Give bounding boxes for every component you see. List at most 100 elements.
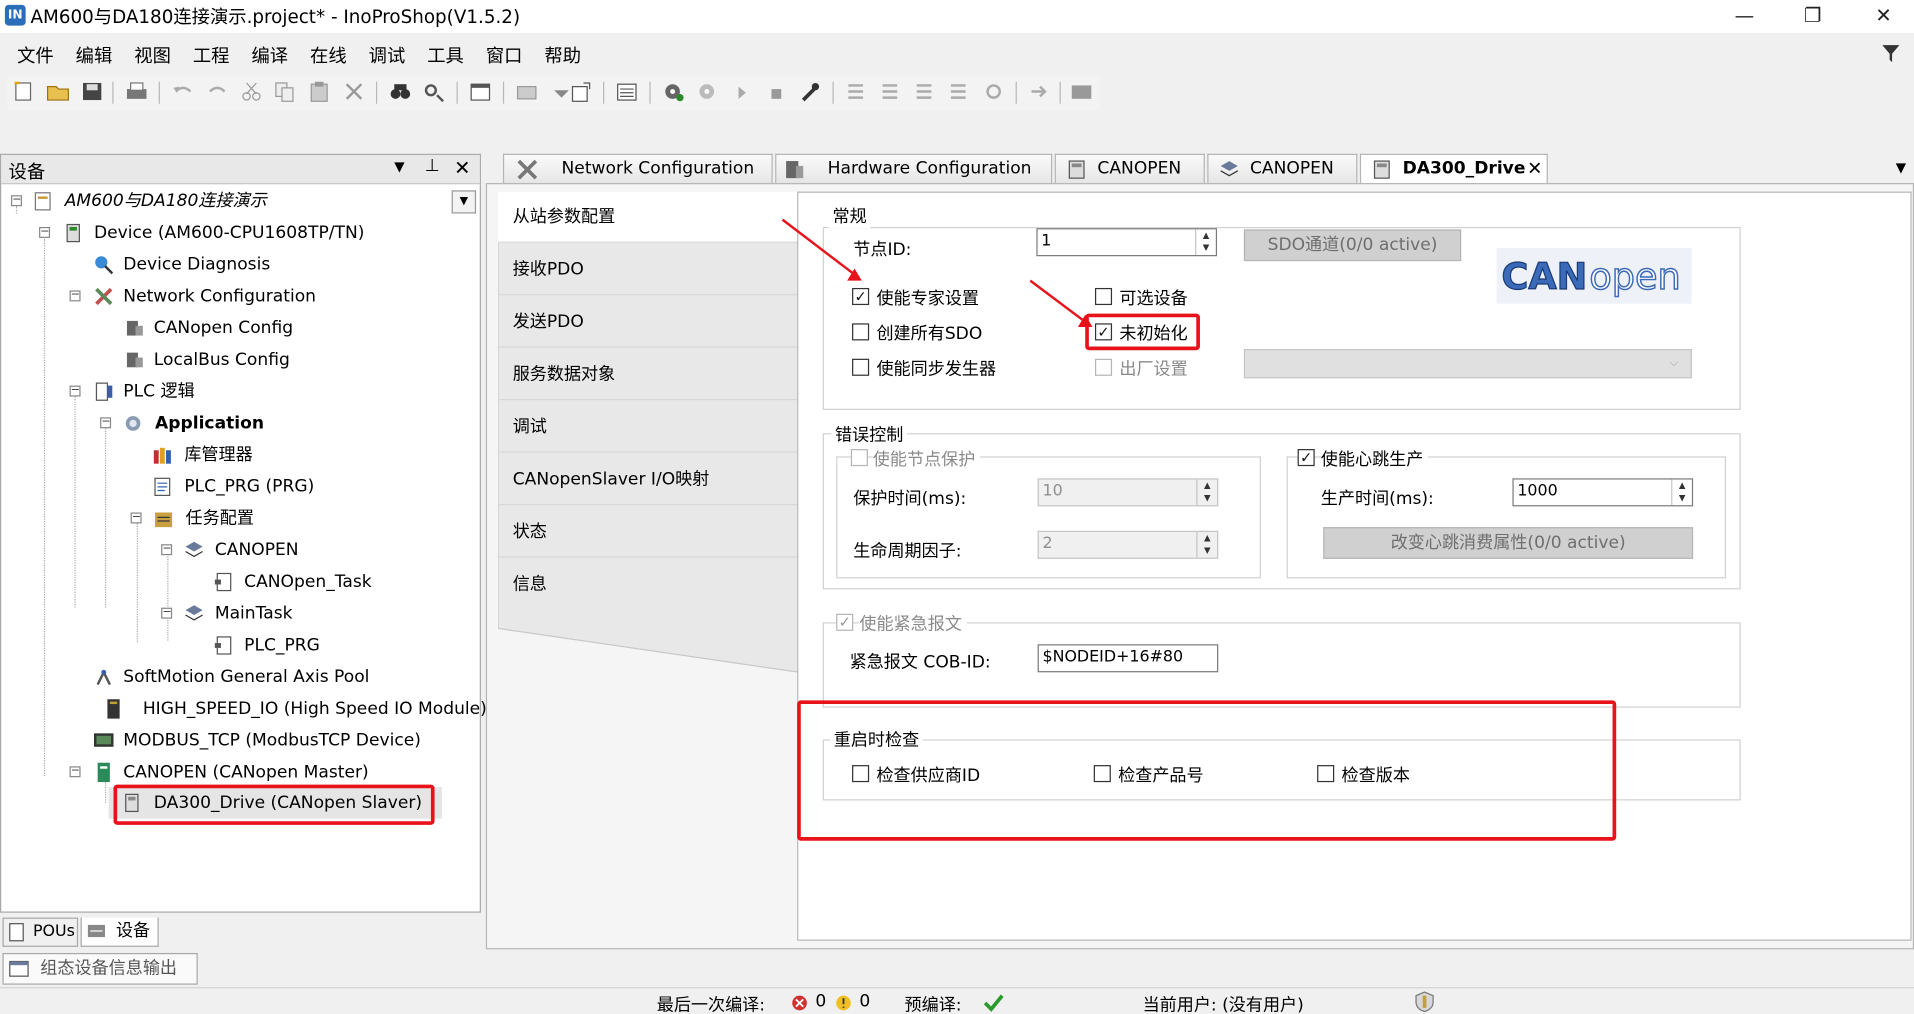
tree-item-canopen-task-call[interactable]: CANOpen_Task <box>1 567 480 596</box>
export-icon[interactable] <box>569 81 593 103</box>
guard-time-input[interactable]: 10 ▲ ▼ <box>1037 478 1219 507</box>
write-values-icon[interactable] <box>1028 81 1052 103</box>
device-view-icon[interactable] <box>515 81 539 103</box>
tab-network-configuration[interactable]: Network Configuration <box>502 153 773 184</box>
tree-item-canopen-master[interactable]: − CANOPEN (CANopen Master) <box>1 758 480 787</box>
tree-item-maintask-call[interactable]: PLC_PRG <box>1 631 480 660</box>
paste-icon[interactable] <box>308 81 332 103</box>
menu-help[interactable]: 帮助 <box>544 43 581 69</box>
find-icon[interactable] <box>388 81 412 103</box>
menu-online[interactable]: 在线 <box>310 43 347 69</box>
nav-send-pdo[interactable]: 发送PDO <box>498 297 800 348</box>
nav-io-mapping[interactable]: CANopenSlaver I/O映射 <box>498 454 800 506</box>
enable-sync-checkbox[interactable] <box>852 358 870 376</box>
build-icon[interactable] <box>615 81 639 103</box>
nav-sdo[interactable]: 服务数据对象 <box>498 349 800 401</box>
tab-canopen-config[interactable]: CANOPEN <box>1054 153 1205 184</box>
node-id-spinner[interactable]: ▲ ▼ <box>1195 229 1216 256</box>
open-folder-icon[interactable] <box>46 81 70 103</box>
print-icon[interactable] <box>125 81 149 103</box>
tree-item-device[interactable]: − Device (AM600-CPU1608TP/TN) <box>1 218 480 247</box>
life-factor-spinner[interactable]: ▲ ▼ <box>1196 532 1217 558</box>
save-icon[interactable] <box>81 81 105 103</box>
tree-item-task-config[interactable]: − 任务配置 <box>1 504 480 533</box>
run-icon[interactable] <box>730 81 754 103</box>
tree-item-plc-prg[interactable]: PLC_PRG (PRG) <box>1 472 480 501</box>
producer-time-input[interactable]: 1000 ▲ ▼ <box>1512 478 1694 507</box>
minimize-button[interactable]: — <box>1716 0 1772 33</box>
menu-build[interactable]: 编译 <box>251 43 288 69</box>
menu-project[interactable]: 工程 <box>193 43 230 69</box>
pin-icon[interactable]: ⊥ <box>425 156 440 176</box>
menu-debug[interactable]: 调试 <box>369 43 406 69</box>
tab-canopen-task[interactable]: CANOPEN <box>1207 153 1358 184</box>
producer-time-spinner[interactable]: ▲ ▼ <box>1671 479 1692 506</box>
tab-da300-drive[interactable]: DA300_Drive ✕ <box>1359 153 1548 185</box>
tree-item-maintask[interactable]: − MainTask <box>1 599 480 628</box>
nav-info[interactable]: 信息 <box>498 559 800 610</box>
tree-item-modbus-tcp[interactable]: MODBUS_TCP (ModbusTCP Device) <box>1 726 480 755</box>
logout-icon[interactable] <box>696 81 720 103</box>
stop-icon[interactable] <box>764 81 788 103</box>
tree-item-network-config[interactable]: − Network Configuration <box>1 282 480 311</box>
maximize-button[interactable]: ❐ <box>1785 0 1841 33</box>
login-icon[interactable] <box>662 81 686 103</box>
step-into-icon[interactable] <box>913 81 937 103</box>
replace-icon[interactable] <box>422 81 446 103</box>
view-window-icon[interactable] <box>469 81 493 103</box>
tab-config-output[interactable]: 组态设备信息输出 <box>2 952 198 985</box>
reset-icon[interactable] <box>798 81 822 103</box>
heartbeat-consumer-button[interactable]: 改变心跳消费属性(0/0 active) <box>1323 527 1694 559</box>
cob-id-input[interactable]: $NODEID+16#80 <box>1037 644 1219 673</box>
filter-icon[interactable] <box>1880 43 1902 65</box>
emergency-checkbox[interactable]: ✓ <box>836 613 854 631</box>
breakpoint-icon[interactable] <box>845 81 869 103</box>
tree-item-plc-logic[interactable]: − PLC 逻辑 <box>1 377 480 406</box>
menu-file[interactable]: 文件 <box>17 43 54 69</box>
tree-item-project[interactable]: − AM600与DA180连接演示 ▼ <box>1 187 480 216</box>
tree-item-high-speed-io[interactable]: HIGH_SPEED_IO (High Speed IO Module) <box>1 694 487 723</box>
simulation-icon[interactable] <box>1069 81 1093 103</box>
step-over-icon[interactable] <box>879 81 903 103</box>
tree-item-application[interactable]: − Application <box>1 409 480 438</box>
undo-icon[interactable] <box>171 81 195 103</box>
panel-dropdown-icon[interactable]: ▼ <box>394 159 404 175</box>
menu-view[interactable]: 视图 <box>134 43 171 69</box>
user-shield-icon[interactable] <box>1414 991 1436 1013</box>
tree-item-canopen-config[interactable]: CANopen Config <box>1 314 480 343</box>
delete-icon[interactable] <box>342 81 366 103</box>
close-tab-icon[interactable]: ✕ <box>1527 155 1542 183</box>
tab-devices[interactable]: 设备 <box>80 917 159 947</box>
tree-item-axis-pool[interactable]: SoftMotion General Axis Pool <box>1 663 480 692</box>
guard-time-spinner[interactable]: ▲ ▼ <box>1196 479 1217 506</box>
force-values-icon[interactable] <box>981 81 1005 103</box>
life-factor-input[interactable]: 2 ▲ ▼ <box>1037 530 1219 559</box>
close-window-button[interactable]: ✕ <box>1855 0 1911 33</box>
copy-icon[interactable] <box>273 81 297 103</box>
heartbeat-checkbox[interactable]: ✓ <box>1297 449 1315 467</box>
sdo-channel-button[interactable]: SDO通道(0/0 active) <box>1243 229 1462 262</box>
tree-item-library-manager[interactable]: 库管理器 <box>1 440 480 469</box>
factory-settings-checkbox[interactable] <box>1094 358 1113 376</box>
tab-hardware-configuration[interactable]: Hardware Configuration <box>775 153 1053 184</box>
menu-tools[interactable]: 工具 <box>427 43 464 69</box>
close-panel-icon[interactable]: ✕ <box>454 156 470 179</box>
node-guarding-checkbox[interactable] <box>850 449 868 467</box>
nav-receive-pdo[interactable]: 接收PDO <box>498 244 800 296</box>
tree-item-localbus-config[interactable]: LocalBus Config <box>1 345 480 374</box>
new-file-icon[interactable] <box>12 81 36 103</box>
menu-window[interactable]: 窗口 <box>486 43 523 69</box>
nav-status[interactable]: 状态 <box>498 506 800 558</box>
factory-settings-select[interactable]: ⌵ <box>1243 348 1692 379</box>
step-out-icon[interactable] <box>947 81 971 103</box>
menu-edit[interactable]: 编辑 <box>76 43 113 69</box>
nav-slave-params[interactable]: 从站参数配置 <box>498 191 801 243</box>
nav-debug[interactable]: 调试 <box>498 401 800 453</box>
tree-item-canopen-task[interactable]: − CANOPEN <box>1 536 480 565</box>
tree-dropdown-button[interactable]: ▼ <box>451 190 477 214</box>
redo-icon[interactable] <box>205 81 229 103</box>
tree-item-device-diagnosis[interactable]: Device Diagnosis <box>1 250 480 279</box>
tab-list-dropdown-icon[interactable]: ▼ <box>1896 160 1906 176</box>
tab-pous[interactable]: POUs <box>2 917 79 947</box>
cut-icon[interactable] <box>239 81 263 103</box>
